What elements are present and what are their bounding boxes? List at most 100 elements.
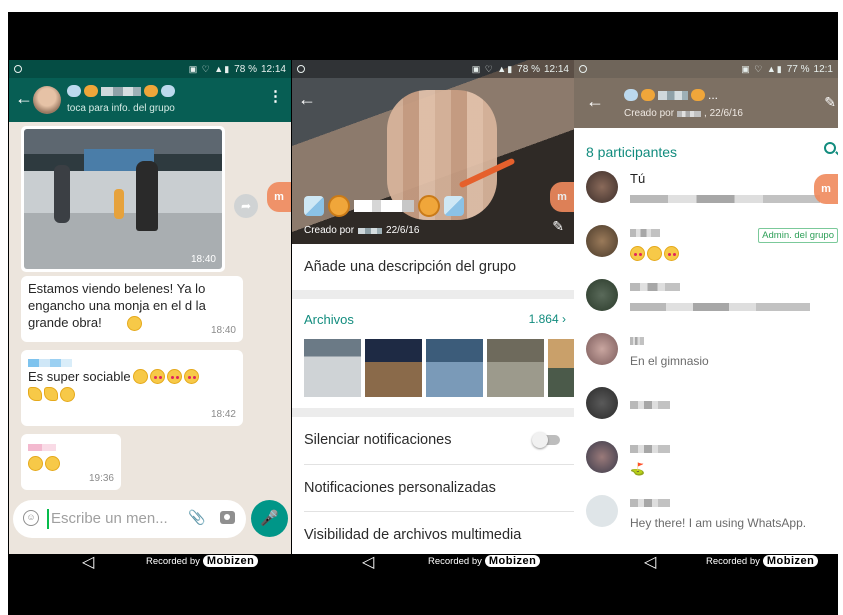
emoji-icon (647, 246, 662, 261)
participant-row[interactable]: Hey there! I am using WhatsApp. (574, 486, 838, 540)
avatar (586, 441, 618, 473)
pixelated-text (354, 200, 414, 212)
tears-of-joy-emoji-icon (45, 456, 60, 471)
chat-screen: ▣ ♡ ▲▮ 78 % 12:14 ← toca para info. del … (9, 60, 291, 554)
heart-eyes-emoji-icon (183, 369, 199, 384)
recording-watermark: Recorded by Mobizen (146, 555, 259, 567)
add-description-text: Añade una descripción del grupo (304, 259, 517, 275)
mute-toggle[interactable] (532, 432, 560, 448)
media-thumbnail[interactable] (487, 339, 544, 397)
clapping-hands-icon (44, 387, 58, 401)
nav-back-icon[interactable]: ◁ (362, 552, 374, 572)
attach-icon[interactable]: 📎 (188, 509, 205, 526)
created-by-line: Creado por 22/6/16 (304, 225, 419, 236)
created-by-label: Creado por (304, 225, 355, 236)
group-info-screen: ▣ ♡ ▲▮ 78 % 12:14 ← Creado por 22/6/16 ✎… (292, 60, 574, 554)
chat-subtitle: toca para info. del grupo (67, 103, 175, 114)
nav-back-icon[interactable]: ◁ (82, 552, 94, 572)
microphone-icon: 🎤 (260, 510, 279, 527)
participant-status: En el gimnasio (630, 354, 709, 368)
clock: 12:14 (543, 63, 569, 75)
group-header: ← ... Creado por , 22/6/16 ✎ (574, 78, 838, 128)
lion-emoji-icon (328, 195, 350, 217)
message-bubble[interactable]: Estamos viendo belenes! Ya lo engancho u… (21, 276, 243, 342)
participant-row[interactable]: Admin. del grupo (574, 216, 838, 270)
add-description-row[interactable]: Añade una descripción del grupo (292, 244, 574, 290)
recording-watermark: Recorded by Mobizen (706, 555, 819, 567)
group-cover-photo[interactable]: ← Creado por 22/6/16 ✎ m (292, 60, 574, 244)
grinning-emoji-icon (132, 369, 148, 384)
bottle-emoji-icon (161, 85, 175, 97)
clock: 12:1 (813, 63, 833, 75)
message-composer[interactable]: ☺ Escribe un men... 📎 (13, 500, 246, 538)
recording-watermark: Recorded by Mobizen (428, 555, 541, 567)
files-label[interactable]: Archivos (304, 312, 354, 327)
group-name-obscured: ... (624, 88, 718, 102)
participant-row[interactable] (574, 378, 838, 432)
message-time: 19:36 (88, 473, 114, 484)
mute-notifications-row[interactable]: Silenciar notificaciones (292, 418, 574, 462)
laughing-emoji-icon (127, 316, 142, 331)
message-input[interactable]: Escribe un men... (51, 510, 168, 527)
files-count[interactable]: 1.864 › (529, 312, 566, 326)
photo-image[interactable]: 18:40 (24, 129, 222, 269)
sender-name-obscured (28, 438, 114, 451)
camera-icon[interactable] (220, 511, 235, 524)
media-thumbnail[interactable] (426, 339, 483, 397)
avatar (586, 333, 618, 365)
custom-notifications-text: Notificaciones personalizadas (304, 480, 496, 496)
photo-message[interactable]: 18:40 (21, 126, 225, 272)
participant-row[interactable]: ⛳ (574, 432, 838, 486)
more-options-icon[interactable]: ⋮ (268, 89, 283, 104)
screenshot-frame: ▣ ♡ ▲▮ 78 % 12:14 ← toca para info. del … (8, 12, 838, 615)
participant-row[interactable]: En el gimnasio (574, 324, 838, 378)
mute-notifications-text: Silenciar notificaciones (304, 432, 452, 448)
forward-icon[interactable]: ➦ (234, 194, 258, 218)
emoji-icon[interactable]: ☺ (23, 510, 39, 526)
edit-pencil-icon[interactable]: ✎ (552, 218, 564, 235)
participant-name: Tú (630, 171, 646, 186)
back-arrow-icon[interactable]: ← (586, 92, 604, 110)
message-bubble[interactable]: Es super sociable 18:42 (21, 350, 243, 426)
status-bar: ▣ ♡ ▲▮ 77 % 12:1 (574, 60, 838, 78)
avatar (586, 225, 618, 257)
created-date: 22/6/16 (386, 225, 420, 236)
participant-row[interactable]: Tú m (574, 162, 838, 216)
media-thumbnail[interactable] (365, 339, 422, 397)
media-thumbnail[interactable] (304, 339, 361, 397)
mic-button[interactable]: 🎤 (251, 500, 288, 537)
notification-icon (579, 65, 587, 73)
mobizen-overlay-icon[interactable]: m (267, 182, 291, 212)
search-icon[interactable] (824, 142, 836, 154)
participant-status: Hey there! I am using WhatsApp. (630, 516, 807, 530)
lion-emoji-icon (144, 85, 158, 97)
bottle-emoji-icon (304, 196, 324, 216)
media-visibility-row[interactable]: Visibilidad de archivos multimedia (292, 513, 574, 554)
starstruck-emoji-icon (60, 387, 75, 402)
message-time: 18:42 (210, 409, 236, 420)
golf-emoji-icon: ⛳ (630, 462, 645, 476)
participants-screen: ▣ ♡ ▲▮ 77 % 12:1 ← ... Creado por , 22/6… (574, 60, 838, 554)
media-thumbnails (304, 339, 574, 397)
created-by-label: Creado por (624, 108, 675, 119)
message-bubble[interactable]: 19:36 (21, 434, 121, 490)
avatar (586, 279, 618, 311)
participant-row[interactable] (574, 270, 838, 324)
chat-header[interactable]: ← toca para info. del grupo ⋮ (9, 78, 291, 122)
custom-notifications-row[interactable]: Notificaciones personalizadas (292, 466, 574, 510)
group-avatar[interactable] (33, 86, 61, 114)
lion-emoji-icon (84, 85, 98, 97)
media-thumbnail[interactable] (548, 339, 574, 397)
back-arrow-icon[interactable]: ← (298, 90, 316, 108)
nav-back-icon[interactable]: ◁ (644, 552, 656, 572)
back-arrow-icon[interactable]: ← (15, 89, 33, 107)
sender-name-obscured (28, 354, 236, 367)
mobizen-overlay-icon[interactable]: m (814, 174, 838, 204)
status-bar: ▣ ♡ ▲▮ 78 % 12:14 (9, 60, 291, 78)
edit-pencil-icon[interactable]: ✎ (824, 94, 836, 111)
notification-icon (297, 65, 305, 73)
notification-icon (14, 65, 22, 73)
mobizen-overlay-icon[interactable]: m (550, 182, 574, 212)
group-name-obscured (67, 84, 175, 98)
admin-badge: Admin. del grupo (758, 228, 838, 243)
